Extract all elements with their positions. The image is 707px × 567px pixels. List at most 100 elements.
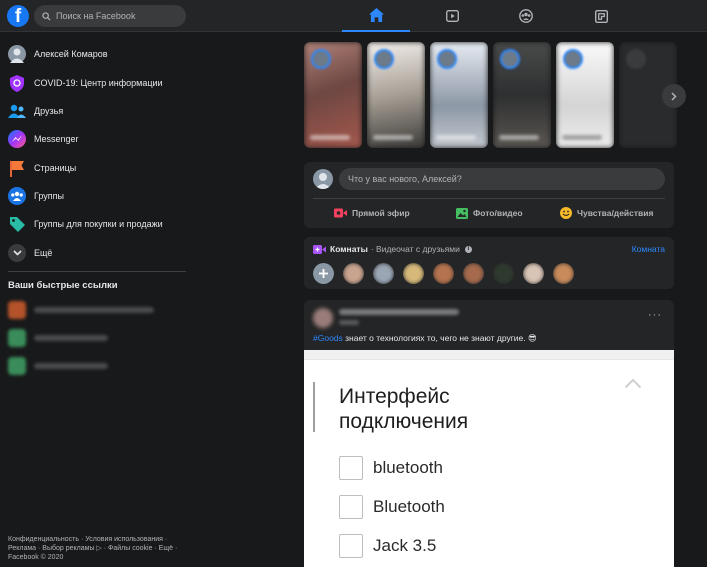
shortcut-avatar: [8, 301, 26, 319]
sidebar-item-label: Страницы: [34, 163, 77, 173]
sidebar-item-profile[interactable]: Алексей Комаров: [8, 42, 188, 66]
checkbox-icon: [339, 495, 363, 519]
search-icon: [42, 11, 51, 21]
shortcut-item[interactable]: [8, 328, 188, 348]
room-friend-avatar[interactable]: [433, 263, 454, 284]
create-room-avatar[interactable]: [313, 263, 334, 284]
friends-icon: [8, 102, 26, 120]
post-author-avatar[interactable]: [313, 308, 333, 328]
image-option: Bluetooth: [339, 495, 445, 519]
rooms-card: Комнаты · Видеочат с друзьями i Комната: [304, 237, 674, 289]
home-icon: [368, 8, 384, 22]
user-avatar[interactable]: [313, 169, 333, 189]
story-card[interactable]: [493, 42, 551, 148]
sidebar-item-label: Группы для покупки и продажи: [34, 219, 163, 229]
story-card[interactable]: [367, 42, 425, 148]
room-friend-avatar[interactable]: [463, 263, 484, 284]
tab-gaming[interactable]: [567, 0, 635, 32]
room-friend-avatar[interactable]: [373, 263, 394, 284]
sidebar-item-messenger[interactable]: Messenger: [8, 127, 188, 151]
create-room-button[interactable]: Комната: [632, 244, 665, 254]
shortcut-avatar: [8, 329, 26, 347]
post-text: #Goods знает о технологиях то, чего не з…: [313, 333, 537, 344]
feeling-icon: [560, 207, 572, 219]
image-option-label: Jack 3.5: [373, 536, 437, 555]
stories-next-button[interactable]: [662, 84, 686, 108]
image-heading-line2: подключения: [339, 410, 469, 433]
shortcut-label-blurred: [34, 363, 108, 369]
image-option-label: bluetooth: [373, 458, 443, 477]
chevron-right-icon: [671, 91, 677, 101]
sidebar-item-pages[interactable]: Страницы: [8, 156, 188, 180]
shortcut-item[interactable]: [8, 300, 188, 320]
room-friend-avatar[interactable]: [403, 263, 424, 284]
rooms-header: Комнаты · Видеочат с друзьями i: [313, 244, 472, 254]
live-video-icon: [334, 208, 347, 218]
gaming-icon: [594, 9, 608, 23]
post-hashtag[interactable]: #Goods: [313, 333, 343, 343]
stories-carousel: [304, 42, 677, 148]
shortcut-avatar: [8, 357, 26, 375]
room-friend-avatar[interactable]: [343, 263, 364, 284]
story-card[interactable]: [430, 42, 488, 148]
sidebar-item-label: Ещё: [34, 248, 53, 258]
post-timestamp-blurred: [339, 320, 359, 325]
messenger-icon: [8, 130, 26, 148]
info-icon[interactable]: i: [464, 245, 472, 253]
footer-links[interactable]: Конфиденциальность · Условия использован…: [8, 535, 193, 562]
room-friend-avatar[interactable]: [523, 263, 544, 284]
shortcut-label-blurred: [34, 335, 108, 341]
sidebar-item-friends[interactable]: Друзья: [8, 99, 188, 123]
groups-icon: [519, 9, 533, 23]
image-heading-line1: Интерфейс: [339, 385, 450, 408]
checkbox-icon: [339, 456, 363, 480]
feed-post: ··· #Goods знает о технологиях то, чего …: [304, 300, 674, 567]
photo-video-button[interactable]: Фото/видео: [456, 204, 523, 222]
checkbox-icon: [339, 534, 363, 558]
sidebar-item-groups[interactable]: Группы: [8, 184, 188, 208]
sidebar-item-covid[interactable]: COVID-19: Центр информации: [8, 71, 188, 95]
buy-sell-tag-icon: [8, 215, 26, 233]
room-friend-avatar[interactable]: [553, 263, 574, 284]
search-box[interactable]: [34, 5, 186, 27]
profile-avatar: [8, 45, 26, 63]
post-more-button[interactable]: ···: [648, 309, 662, 321]
chevron-down-icon: [8, 244, 26, 262]
story-card[interactable]: [304, 42, 362, 148]
facebook-logo[interactable]: f: [7, 5, 29, 27]
sidebar-item-more[interactable]: Ещё: [8, 241, 188, 265]
photo-video-label: Фото/видео: [473, 208, 523, 218]
rooms-subtitle: · Видеочат с друзьями: [370, 244, 460, 254]
image-top-strip: [304, 350, 674, 360]
tab-groups[interactable]: [492, 0, 560, 32]
post-author-name-blurred[interactable]: [339, 309, 459, 315]
composer-divider: [313, 198, 665, 199]
rooms-title: Комнаты: [330, 244, 368, 254]
image-heading: Интерфейс подключения: [339, 384, 468, 434]
live-video-button[interactable]: Прямой эфир: [334, 204, 410, 222]
groups-icon: [8, 187, 26, 205]
tab-watch[interactable]: [418, 0, 486, 32]
tab-home[interactable]: [342, 0, 410, 32]
photo-icon: [456, 207, 468, 219]
image-option: Jack 3.5: [339, 534, 436, 558]
post-image[interactable]: Интерфейс подключения bluetooth Bluetoot…: [304, 350, 674, 567]
feeling-activity-button[interactable]: Чувства/действия: [560, 204, 653, 222]
story-card[interactable]: [556, 42, 614, 148]
shortcut-item[interactable]: [8, 356, 188, 376]
sidebar-item-buy-sell-groups[interactable]: Группы для покупки и продажи: [8, 212, 188, 236]
live-video-label: Прямой эфир: [352, 208, 410, 218]
chevron-up-icon: [624, 378, 642, 389]
shortcut-label-blurred: [34, 307, 154, 313]
heading-accent-bar: [313, 382, 315, 432]
whats-new-input[interactable]: Что у вас нового, Алексей?: [339, 168, 665, 190]
top-navigation-bar: f: [0, 0, 707, 32]
watch-icon: [445, 10, 459, 22]
left-sidebar: Алексей Комаров COVID-19: Центр информац…: [0, 32, 196, 567]
sidebar-item-label: Друзья: [34, 106, 64, 116]
image-option-label: Bluetooth: [373, 497, 445, 516]
room-friend-avatar[interactable]: [493, 263, 514, 284]
search-input[interactable]: [56, 11, 176, 21]
shortcuts-title: Ваши быстрые ссылки: [8, 280, 118, 291]
sidebar-divider: [8, 271, 186, 272]
